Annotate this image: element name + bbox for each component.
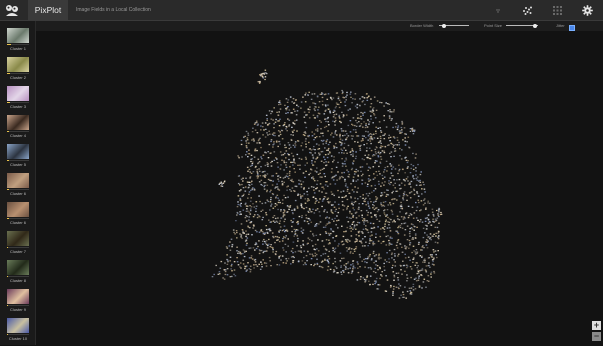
dots-icon[interactable] <box>492 4 505 17</box>
cluster-progress-fill <box>7 305 9 306</box>
cluster-progress-fill <box>7 189 9 190</box>
cluster-progress-bar <box>7 73 29 74</box>
image-scatter-plot[interactable] <box>37 31 603 345</box>
cluster-thumbnail <box>7 28 29 43</box>
cluster-progress-fill <box>7 218 9 219</box>
app-name: PixPlot <box>28 0 68 21</box>
cluster-progress-fill <box>7 44 12 45</box>
point-size-slider[interactable] <box>506 23 538 28</box>
app-subtitle: Image Fields in a Local Collection <box>76 7 151 13</box>
cluster-thumbnail <box>7 231 29 246</box>
cluster-label: Cluster 3 <box>9 104 26 109</box>
cluster-thumbnail <box>7 202 29 217</box>
cluster-label: Cluster 4 <box>9 133 26 138</box>
cluster-progress-bar <box>7 44 29 45</box>
cluster-progress-bar <box>7 276 29 277</box>
cluster-progress-bar <box>7 218 29 219</box>
cluster-thumbnail <box>7 173 29 188</box>
controls-bar: Border Width Point Size Jitter <box>36 21 603 31</box>
border-width-slider[interactable] <box>439 23 469 28</box>
cluster-label: Cluster 10 <box>8 336 28 341</box>
cluster-label: Cluster 9 <box>9 307 26 312</box>
cluster-label: Cluster 2 <box>9 75 26 80</box>
border-width-label: Border Width <box>410 23 434 28</box>
cluster-progress-fill <box>7 276 9 277</box>
cluster-thumbnail <box>7 57 29 72</box>
cluster-progress-bar <box>7 247 29 248</box>
cluster-progress-fill <box>7 247 9 248</box>
cluster-label: Cluster 6 <box>9 191 26 196</box>
cluster-progress-bar <box>7 131 29 132</box>
cluster-item[interactable]: Cluster 6 <box>5 173 31 201</box>
cluster-thumbnail <box>7 86 29 101</box>
cluster-progress-bar <box>7 102 29 103</box>
point-size-slider-knob[interactable] <box>532 23 537 28</box>
cluster-progress-bar <box>7 334 29 335</box>
cluster-progress-bar <box>7 305 29 306</box>
cluster-progress-fill <box>7 73 11 74</box>
cluster-thumbnail <box>7 289 29 304</box>
zoom-in-button[interactable]: + <box>592 321 601 330</box>
cluster-thumbnail <box>7 115 29 130</box>
cluster-label: Cluster 6 <box>9 220 26 225</box>
grid-layout-icon[interactable] <box>551 4 564 17</box>
cluster-label: Cluster 8 <box>9 278 26 283</box>
jitter-label: Jitter <box>556 23 565 28</box>
cluster-progress-fill <box>7 334 8 335</box>
zoom-controls: + − <box>592 321 601 342</box>
cluster-label: Cluster 7 <box>9 249 26 254</box>
cluster-item[interactable]: Cluster 2 <box>5 57 31 85</box>
image-point-cloud <box>211 69 443 299</box>
scatter-layout-icon[interactable] <box>521 4 534 17</box>
logo-icon <box>6 5 18 16</box>
cluster-item[interactable]: Cluster 6 <box>5 202 31 230</box>
cluster-progress-bar <box>7 160 29 161</box>
cluster-thumbnail <box>7 144 29 159</box>
zoom-out-button[interactable]: − <box>592 332 601 341</box>
cluster-item[interactable]: Cluster 10 <box>5 318 31 346</box>
cluster-thumbnail <box>7 260 29 275</box>
cluster-item[interactable]: Cluster 9 <box>5 289 31 317</box>
cluster-progress-fill <box>7 102 10 103</box>
top-bar: PixPlot Image Fields in a Local Collecti… <box>0 0 603 21</box>
cluster-item[interactable]: Cluster 4 <box>5 115 31 143</box>
cluster-progress-bar <box>7 189 29 190</box>
border-width-slider-knob[interactable] <box>441 23 446 28</box>
cluster-item[interactable]: Cluster 8 <box>5 260 31 288</box>
cluster-item[interactable]: Cluster 5 <box>5 144 31 172</box>
cluster-item[interactable]: Cluster 7 <box>5 231 31 259</box>
cluster-label: Cluster 5 <box>9 162 26 167</box>
cluster-thumbnail <box>7 318 29 333</box>
cluster-item[interactable]: Cluster 3 <box>5 86 31 114</box>
cluster-sidebar: Cluster 1 Cluster 2 Cluster 3 Cluster 4 Clus… <box>0 21 36 345</box>
cluster-item[interactable]: Cluster 1 <box>5 28 31 56</box>
cluster-label: Cluster 1 <box>9 46 26 51</box>
jitter-checkbox[interactable] <box>569 24 575 31</box>
settings-gear-icon[interactable] <box>581 4 594 17</box>
cluster-progress-fill <box>7 131 10 132</box>
cluster-progress-fill <box>7 160 9 161</box>
point-size-label: Point Size <box>484 23 503 28</box>
